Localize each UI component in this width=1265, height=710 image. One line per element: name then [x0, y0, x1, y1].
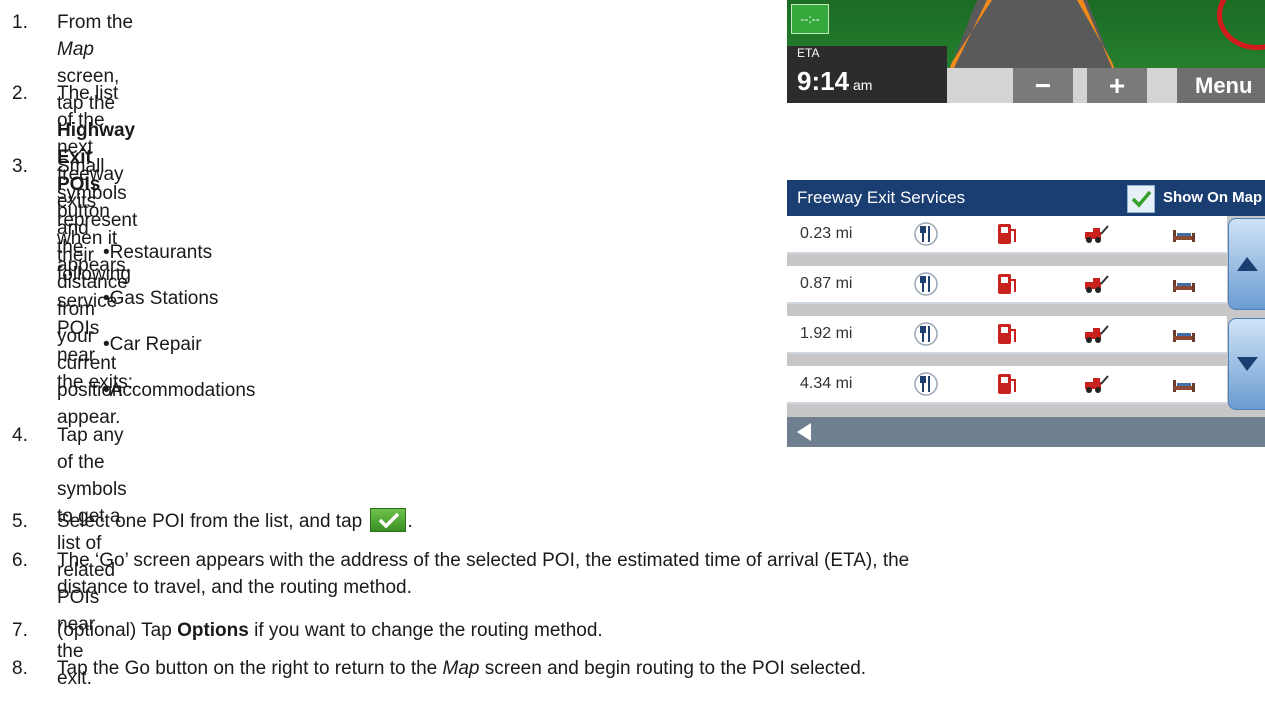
- checkmark-icon: [369, 508, 406, 532]
- scroll-down-button[interactable]: [1228, 318, 1265, 410]
- exit-distance: 4.34 mi: [800, 375, 853, 392]
- bottom-bar: [787, 417, 1265, 447]
- zoom-out-button[interactable]: −: [1013, 68, 1073, 103]
- restaurant-icon[interactable]: [913, 372, 939, 396]
- gas-station-icon[interactable]: [993, 272, 1019, 296]
- scroll-up-button[interactable]: [1228, 218, 1265, 310]
- zoom-in-button[interactable]: +: [1087, 68, 1147, 103]
- bed-icon[interactable]: [1171, 222, 1197, 246]
- speed-chip[interactable]: --:--: [791, 4, 829, 34]
- exit-distance: 0.87 mi: [800, 275, 853, 292]
- restaurant-icon[interactable]: [913, 322, 939, 346]
- bed-icon[interactable]: [1171, 272, 1197, 296]
- bullet-accommodations: •Accommodations: [103, 380, 256, 401]
- show-on-map-checkbox[interactable]: [1127, 185, 1155, 213]
- eta-time: 9:14 am: [797, 66, 873, 96]
- restaurant-icon[interactable]: [913, 222, 939, 246]
- gas-station-icon[interactable]: [993, 222, 1019, 246]
- bed-icon[interactable]: [1171, 322, 1197, 346]
- exit-distance: 1.92 mi: [800, 325, 853, 342]
- panel-title: Freeway Exit Services: [797, 188, 966, 207]
- gas-station-icon[interactable]: [993, 372, 1019, 396]
- gas-station-icon[interactable]: [993, 322, 1019, 346]
- bullet-restaurants: •Restaurants: [103, 242, 213, 263]
- exit-row[interactable]: 0.87 mi: [787, 266, 1227, 304]
- eta-label: ETA: [797, 46, 820, 60]
- bullet-gas-stations: •Gas Stations: [103, 288, 219, 309]
- map-screen-screenshot: --:-- ETA 9:14 am − + Menu: [787, 0, 1265, 103]
- menu-button[interactable]: Menu: [1177, 68, 1265, 103]
- show-on-map-label: Show On Map: [1163, 189, 1263, 206]
- exit-row[interactable]: 1.92 mi: [787, 316, 1227, 354]
- exit-distance: 0.23 mi: [800, 225, 853, 242]
- back-arrow-icon[interactable]: [797, 423, 811, 441]
- step-number: 1.: [12, 12, 28, 33]
- freeway-exit-services-screenshot: Freeway Exit Services Show On Map 0.23 m…: [787, 180, 1265, 447]
- restaurant-icon[interactable]: [913, 272, 939, 296]
- bullet-car-repair: •Car Repair: [103, 334, 202, 355]
- tow-truck-icon[interactable]: [1083, 322, 1109, 346]
- tow-truck-icon[interactable]: [1083, 272, 1109, 296]
- tow-truck-icon[interactable]: [1083, 372, 1109, 396]
- exit-row[interactable]: 0.23 mi: [787, 216, 1227, 254]
- tow-truck-icon[interactable]: [1083, 222, 1109, 246]
- exit-row[interactable]: 4.34 mi: [787, 366, 1227, 404]
- bed-icon[interactable]: [1171, 372, 1197, 396]
